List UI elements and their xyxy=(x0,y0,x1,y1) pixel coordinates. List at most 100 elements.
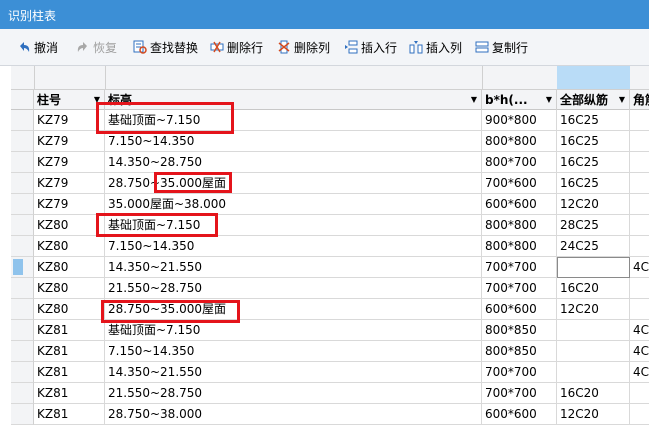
table-cell[interactable] xyxy=(557,362,630,383)
table-cell[interactable]: KZ80 xyxy=(34,299,105,320)
table-cell[interactable] xyxy=(630,194,649,215)
table-cell[interactable]: 12C20 xyxy=(557,299,630,320)
table-cell[interactable]: 24C25 xyxy=(557,236,630,257)
row-header[interactable] xyxy=(11,341,34,362)
table-cell[interactable]: 14.350~21.550 xyxy=(105,257,482,278)
row-header[interactable] xyxy=(11,173,34,194)
row-header[interactable] xyxy=(11,383,34,404)
row-header[interactable] xyxy=(11,131,34,152)
table-cell[interactable]: 28.750~35.000屋面 xyxy=(105,299,482,320)
table-cell[interactable]: 600*600 xyxy=(482,194,557,215)
row-header[interactable] xyxy=(11,215,34,236)
table-cell[interactable]: 900*800 xyxy=(482,110,557,131)
table-cell[interactable]: 基础顶面~7.150 xyxy=(105,110,482,131)
delete-row-button[interactable]: 删除行 xyxy=(210,38,263,56)
table-cell[interactable]: 600*600 xyxy=(482,299,557,320)
row-header[interactable] xyxy=(11,299,34,320)
table-cell[interactable]: 14.350~28.750 xyxy=(105,152,482,173)
delete-column-button[interactable]: 删除列 xyxy=(277,38,330,56)
insert-row-button[interactable]: 插入行 xyxy=(344,38,397,56)
table-cell[interactable]: 28C25 xyxy=(557,215,630,236)
row-header[interactable] xyxy=(11,320,34,341)
table-cell[interactable]: 700*700 xyxy=(482,383,557,404)
header-elevation[interactable]: 标高 ▼ xyxy=(105,90,482,110)
table-cell[interactable]: 28.750~38.000 xyxy=(105,404,482,425)
table-cell[interactable] xyxy=(630,215,649,236)
table-cell[interactable] xyxy=(630,152,649,173)
table-cell[interactable]: 800*850 xyxy=(482,320,557,341)
table-cell[interactable]: 7.150~14.350 xyxy=(105,341,482,362)
table-cell[interactable]: KZ81 xyxy=(34,383,105,404)
table-cell[interactable]: 700*700 xyxy=(482,278,557,299)
table-cell[interactable]: 12C20 xyxy=(557,194,630,215)
table-cell[interactable]: 35.000屋面~38.000 xyxy=(105,194,482,215)
selected-column-marker[interactable] xyxy=(557,66,630,89)
table-cell[interactable] xyxy=(557,320,630,341)
sort-arrow-icon[interactable]: ▼ xyxy=(94,90,100,110)
table-cell[interactable]: KZ81 xyxy=(34,341,105,362)
table-cell[interactable]: 4C xyxy=(630,362,649,383)
row-header[interactable] xyxy=(11,257,34,278)
sort-arrow-icon[interactable]: ▼ xyxy=(471,90,477,110)
table-cell[interactable]: 800*700 xyxy=(482,152,557,173)
header-section-size[interactable]: b*h(... ▼ xyxy=(482,90,557,110)
table-cell[interactable]: 基础顶面~7.150 xyxy=(105,320,482,341)
table-cell[interactable] xyxy=(630,110,649,131)
table-cell[interactable]: 16C25 xyxy=(557,110,630,131)
header-column-id[interactable]: 柱号 ▼ xyxy=(34,90,105,110)
row-header[interactable] xyxy=(11,404,34,425)
table-cell[interactable] xyxy=(630,299,649,320)
table-cell[interactable] xyxy=(630,173,649,194)
redo-button[interactable]: 恢复 xyxy=(76,38,117,56)
table-cell[interactable]: KZ80 xyxy=(34,278,105,299)
table-cell[interactable] xyxy=(630,278,649,299)
insert-column-button[interactable]: 插入列 xyxy=(409,38,462,56)
table-cell[interactable]: 16C25 xyxy=(557,173,630,194)
table-cell[interactable]: 800*800 xyxy=(482,131,557,152)
table-cell[interactable]: 28.750~35.000屋面 xyxy=(105,173,482,194)
table-cell[interactable] xyxy=(630,404,649,425)
copy-row-button[interactable]: 复制行 xyxy=(475,38,528,56)
table-cell[interactable]: 600*600 xyxy=(482,404,557,425)
table-cell[interactable]: 800*850 xyxy=(482,341,557,362)
find-replace-button[interactable]: 查找替换 xyxy=(133,38,198,56)
table-cell[interactable]: 7.150~14.350 xyxy=(105,236,482,257)
table-cell[interactable]: KZ81 xyxy=(34,404,105,425)
table-cell[interactable]: KZ79 xyxy=(34,152,105,173)
table-cell[interactable] xyxy=(630,383,649,404)
sort-arrow-icon[interactable]: ▼ xyxy=(619,90,625,110)
undo-button[interactable]: 撤消 xyxy=(17,38,58,56)
table-cell[interactable]: 800*800 xyxy=(482,236,557,257)
row-header[interactable] xyxy=(11,152,34,173)
table-cell[interactable]: KZ79 xyxy=(34,110,105,131)
header-total-rebar[interactable]: 全部纵筋 ▼ xyxy=(557,90,630,110)
column-selector-strip[interactable] xyxy=(11,66,649,90)
active-cell[interactable] xyxy=(557,257,630,278)
table-cell[interactable]: 700*700 xyxy=(482,257,557,278)
table-cell[interactable]: 4C xyxy=(630,341,649,362)
table-cell[interactable]: KZ80 xyxy=(34,257,105,278)
row-header[interactable] xyxy=(11,110,34,131)
table-cell[interactable]: KZ81 xyxy=(34,362,105,383)
table-cell[interactable]: 14.350~21.550 xyxy=(105,362,482,383)
table-cell[interactable] xyxy=(557,341,630,362)
table-cell[interactable]: 21.550~28.750 xyxy=(105,278,482,299)
table-cell[interactable]: KZ79 xyxy=(34,194,105,215)
table-cell[interactable]: 700*700 xyxy=(482,362,557,383)
row-header[interactable] xyxy=(11,194,34,215)
table-cell[interactable]: KZ80 xyxy=(34,236,105,257)
table-cell[interactable]: 16C20 xyxy=(557,383,630,404)
table-cell[interactable]: 4C xyxy=(630,320,649,341)
table-cell[interactable]: KZ79 xyxy=(34,131,105,152)
row-header[interactable] xyxy=(11,362,34,383)
table-cell[interactable]: KZ81 xyxy=(34,320,105,341)
table-cell[interactable]: 700*600 xyxy=(482,173,557,194)
row-header[interactable] xyxy=(11,236,34,257)
table-cell[interactable]: 16C25 xyxy=(557,131,630,152)
header-corner-rebar[interactable]: 角筋 xyxy=(630,90,649,110)
table-cell[interactable]: 21.550~28.750 xyxy=(105,383,482,404)
table-cell[interactable]: 4C xyxy=(630,257,649,278)
table-cell[interactable]: 基础顶面~7.150 xyxy=(105,215,482,236)
table-cell[interactable]: 800*800 xyxy=(482,215,557,236)
table-cell[interactable]: 16C20 xyxy=(557,278,630,299)
